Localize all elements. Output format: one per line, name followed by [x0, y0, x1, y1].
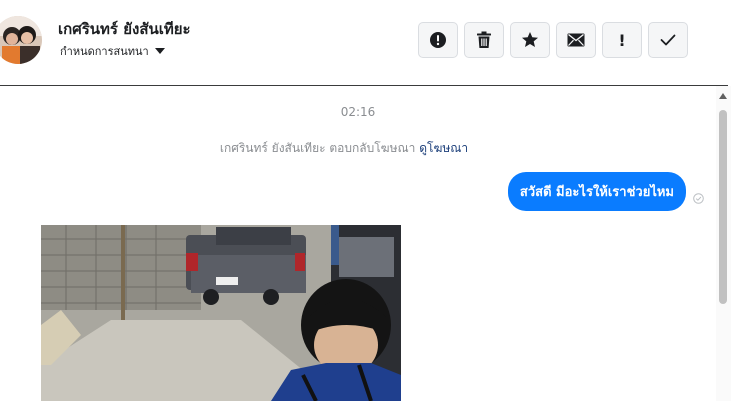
scroll-up-arrow-icon[interactable] — [719, 93, 727, 99]
view-ad-link[interactable]: ดูโฆษณา — [419, 141, 468, 155]
message-timestamp: 02:16 — [340, 105, 376, 119]
exclamation-circle-icon — [430, 32, 446, 48]
incoming-photo-message[interactable] — [41, 225, 401, 401]
thread-scrollbar[interactable] — [716, 86, 731, 401]
ad-reply-text: เกศรินทร์ ยังสันเทียะ ตอบกลับโฆษณา — [219, 141, 416, 155]
star-icon — [522, 32, 538, 47]
mark-unread-button[interactable] — [556, 22, 596, 58]
outgoing-message-bubble[interactable]: สวัสดี มีอะไรให้เราช่วยไหม — [507, 172, 686, 211]
trash-icon — [477, 31, 491, 48]
caret-down-icon — [154, 48, 165, 54]
follow-up-button[interactable]: ! — [602, 22, 642, 58]
photo-image — [41, 225, 401, 401]
exclamation-icon: ! — [618, 30, 626, 50]
envelope-icon — [567, 33, 585, 47]
conversation-header: เกศรินทร์ ยังสันเทียะ กำหนดการสนทนา ! — [0, 0, 728, 86]
spam-button[interactable] — [418, 22, 458, 58]
message-thread[interactable]: 02:16 เกศรินทร์ ยังสันเทียะ ตอบกลับโฆษณา… — [0, 86, 716, 401]
avatar[interactable] — [0, 16, 42, 64]
delete-button[interactable] — [464, 22, 504, 58]
assign-conversation-dropdown[interactable]: กำหนดการสนทนา — [60, 42, 165, 60]
ad-reply-notice: เกศรินทร์ ยังสันเทียะ ตอบกลับโฆษณา ดูโฆษ… — [0, 139, 688, 158]
star-button[interactable] — [510, 22, 550, 58]
checkmark-icon — [660, 34, 676, 46]
scrollbar-thumb[interactable] — [719, 110, 727, 304]
assign-label: กำหนดการสนทนา — [60, 45, 149, 58]
action-toolbar: ! — [418, 22, 688, 58]
contact-name[interactable]: เกศรินทร์ ยังสันเทียะ — [58, 17, 191, 41]
sent-check-icon — [693, 193, 704, 204]
mark-done-button[interactable] — [648, 22, 688, 58]
